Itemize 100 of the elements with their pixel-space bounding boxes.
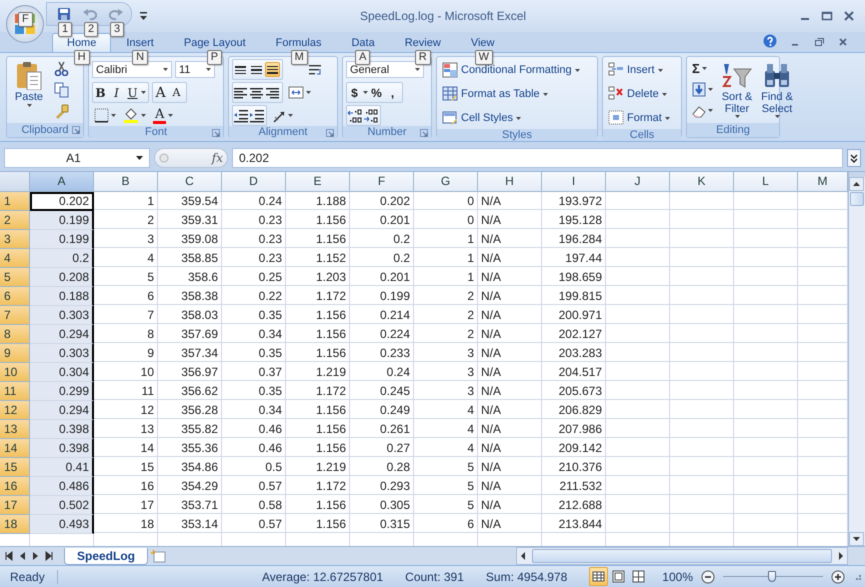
command-button[interactable]: Cell Styles (440, 107, 582, 129)
column-header[interactable]: M (798, 172, 848, 192)
row-header[interactable]: 1 (0, 192, 30, 211)
row-header[interactable]: 13 (0, 420, 30, 439)
row-header[interactable]: 18 (0, 515, 30, 534)
save-icon[interactable] (57, 7, 71, 21)
resize-handle-icon[interactable] (159, 153, 169, 163)
fill-color-button[interactable] (121, 106, 148, 126)
insert-function-button[interactable]: fx (212, 151, 223, 165)
find-select-button[interactable]: Find & Select (759, 59, 795, 120)
dialog-launcher-icon[interactable] (420, 129, 428, 137)
row-header[interactable]: 16 (0, 477, 30, 496)
sort-filter-button[interactable]: Sort & Filter (719, 59, 755, 120)
currency-button[interactable]: $ (347, 85, 362, 100)
copy-button[interactable] (52, 80, 71, 100)
row-header[interactable]: 17 (0, 496, 30, 515)
comma-button[interactable]: , (385, 85, 400, 100)
row-header[interactable]: 15 (0, 458, 30, 477)
table-cell-text: N/A (480, 364, 502, 381)
italic-button[interactable]: I (109, 85, 124, 100)
decrease-indent-button[interactable] (233, 108, 248, 123)
ribbon-tab[interactable]: Data (336, 33, 390, 52)
column-header[interactable]: L (734, 172, 798, 192)
column-header[interactable]: I (542, 172, 606, 192)
column-header[interactable]: J (606, 172, 670, 192)
align-left-button[interactable] (233, 85, 248, 100)
align-right-button[interactable] (265, 85, 280, 100)
scroll-thumb[interactable] (532, 549, 832, 563)
dialog-launcher-icon[interactable] (212, 129, 220, 137)
number-format-field[interactable]: General (346, 61, 424, 78)
command-button[interactable]: Delete (606, 83, 672, 105)
horizontal-scrollbar[interactable] (516, 547, 848, 565)
scroll-thumb[interactable] (850, 192, 864, 206)
column-header[interactable]: G (414, 172, 478, 192)
bold-button[interactable]: B (93, 85, 108, 100)
column-header[interactable]: E (286, 172, 350, 192)
customize-toolbar-icon[interactable] (140, 12, 147, 20)
row-header[interactable]: 5 (0, 268, 30, 287)
close-icon[interactable] (843, 10, 855, 22)
command-button[interactable]: Format (606, 107, 672, 129)
font-size-field[interactable]: 11 (175, 61, 215, 78)
row-header[interactable]: 7 (0, 306, 30, 325)
command-button[interactable]: Format as Table (440, 83, 582, 105)
percent-button[interactable]: % (369, 85, 384, 100)
slider-thumb[interactable] (768, 570, 776, 582)
ribbon-tab[interactable]: Review (390, 33, 456, 52)
close-icon[interactable] (837, 36, 849, 48)
column-header[interactable]: B (94, 172, 158, 192)
dialog-launcher-icon[interactable] (326, 129, 334, 137)
grow-font-button[interactable]: A (153, 85, 168, 100)
keytip: M (290, 50, 308, 65)
column-header[interactable]: K (670, 172, 734, 192)
ribbon-tab[interactable]: Page Layout (168, 33, 261, 52)
row-header[interactable]: 12 (0, 401, 30, 420)
row-header[interactable]: 14 (0, 439, 30, 458)
paste-button[interactable]: Paste (10, 59, 48, 108)
column-header[interactable]: D (222, 172, 286, 192)
row-header[interactable]: 6 (0, 287, 30, 306)
autosum-button[interactable]: Σ (690, 59, 715, 78)
increase-indent-button[interactable] (249, 108, 264, 123)
row-header[interactable]: 8 (0, 325, 30, 344)
row-header[interactable]: 9 (0, 344, 30, 363)
center-button[interactable] (249, 85, 264, 100)
name-box[interactable]: A1 (4, 148, 150, 168)
borders-button[interactable] (92, 106, 118, 125)
command-button[interactable]: Insert (606, 59, 672, 81)
restore-icon[interactable] (813, 36, 825, 48)
zoom-in-icon[interactable] (831, 570, 845, 584)
shrink-font-button[interactable]: A (169, 85, 184, 100)
first-sheet-icon[interactable] (4, 550, 15, 562)
decrease-decimal-button[interactable] (363, 108, 378, 123)
ribbon-tab[interactable]: View (456, 33, 510, 52)
formula-input[interactable]: 0.202 (232, 148, 843, 168)
help-icon[interactable] (763, 34, 777, 48)
column-header[interactable]: C (158, 172, 222, 192)
column-header[interactable]: H (478, 172, 542, 192)
zoom-level[interactable]: 100% (662, 570, 693, 584)
row-header[interactable]: 11 (0, 382, 30, 401)
maximize-icon[interactable] (821, 10, 833, 22)
align-bottom-button[interactable] (265, 62, 280, 77)
resize-grip-icon[interactable] (853, 572, 861, 580)
normal-view-button[interactable] (589, 567, 608, 586)
last-sheet-icon[interactable] (43, 550, 54, 562)
row-header[interactable]: 4 (0, 249, 30, 268)
row-header[interactable]: 3 (0, 230, 30, 249)
ribbon-tab[interactable]: Formulas (260, 33, 336, 52)
dialog-launcher-icon[interactable] (72, 126, 80, 134)
column-header[interactable]: F (350, 172, 414, 192)
cut-button[interactable] (52, 59, 71, 78)
increase-decimal-button[interactable] (347, 108, 362, 123)
row-header[interactable]: 2 (0, 211, 30, 230)
underline-button[interactable]: U (125, 85, 140, 100)
fill-button[interactable] (690, 80, 715, 99)
sheet-tab[interactable]: SpeedLog (64, 548, 148, 564)
expand-icon[interactable] (847, 149, 861, 167)
font-name-field[interactable]: Calibri (92, 61, 172, 78)
vertical-scrollbar[interactable] (848, 172, 865, 546)
zoom-out-icon[interactable] (701, 570, 715, 584)
column-header[interactable]: A (30, 172, 94, 192)
row-header[interactable]: 10 (0, 363, 30, 382)
